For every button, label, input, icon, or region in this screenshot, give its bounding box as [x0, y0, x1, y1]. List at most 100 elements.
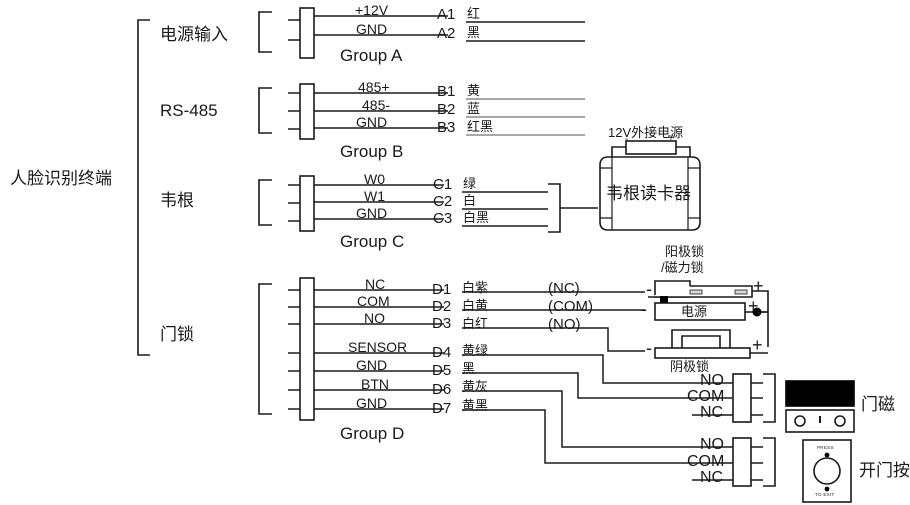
door-sensor-terminal-2: NC [700, 404, 724, 421]
group-d-pin-0: D1 [432, 281, 452, 298]
group-d-signal-2: NO [364, 310, 385, 326]
wiegand-reader-label: 韦根读卡器 [606, 184, 691, 203]
group-c-label: Group C [340, 232, 405, 251]
group-d-bracket [258, 283, 272, 415]
group-c-pin-0: C1 [433, 176, 453, 193]
group-a-pin-1: A2 [437, 25, 456, 42]
exit-button-label: 开门按钮 [859, 461, 910, 480]
group-a-label: Group A [340, 46, 403, 65]
group-b-signal-0: 485+ [358, 79, 390, 95]
group-c-signal-2: GND [356, 205, 388, 221]
group-a-bracket [258, 11, 272, 53]
group-a-wire-1: 黑 [467, 25, 481, 40]
group-d-signal-4: GND [356, 357, 388, 373]
group-d-wire-1: 白黄 [462, 298, 489, 313]
exit-button-bracket [763, 437, 776, 487]
group-d-wire-5: 黄灰 [462, 379, 489, 394]
power-supply-minus: - [641, 299, 647, 319]
door-sensor-bracket [763, 373, 776, 423]
door-sensor-terminal-0: NO [700, 372, 724, 389]
cathode-lock-base [654, 347, 751, 359]
group-d-wire-2: 白红 [462, 316, 489, 331]
group-a-wire-0: 红 [467, 6, 481, 21]
door-sensor-terminal-block [732, 373, 752, 423]
group-d-contact-0: (NC) [548, 280, 580, 297]
root-label: 人脸识别终端 [10, 169, 112, 188]
group-a-connector [299, 7, 315, 59]
group-b-pin-1: B2 [437, 101, 456, 118]
exit-button-terminal-block [732, 437, 752, 487]
group-b-signal-1: 485- [362, 97, 391, 113]
group-d-contact-1: (COM) [548, 298, 593, 315]
root-bracket [137, 19, 150, 356]
group-d-wire-4: 黑 [462, 361, 476, 376]
group-d-wire-0: 白紫 [462, 280, 489, 295]
wiring-diagram: 人脸识别终端 电源输入 +12V GND A1 A2 红 黑 Group A R… [0, 0, 910, 505]
door-sensor-magnet [785, 380, 855, 407]
group-d-pin-2: D3 [432, 315, 452, 332]
group-b-connector [299, 83, 315, 140]
group-d-label: Group D [340, 424, 405, 443]
group-b-wire-2: 红黑 [467, 119, 494, 134]
group-c-wire-0: 绿 [463, 176, 477, 191]
group-b-pin-2: B3 [437, 119, 456, 136]
group-d-signal-6: GND [356, 395, 388, 411]
group-a-name: 电源输入 [160, 25, 228, 44]
group-d-pin-3: D4 [432, 344, 452, 361]
group-d-signal-1: COM [357, 293, 390, 309]
reader-power-minus-wire [611, 146, 626, 157]
group-d-pin-4: D5 [432, 362, 452, 379]
group-d-pin-5: D6 [432, 381, 452, 398]
anode-lock-label-line1: 阳极锁 [665, 244, 705, 259]
anode-lock-label-line2: /磁力锁 [661, 260, 704, 275]
group-b-bracket [258, 87, 272, 134]
door-sensor-terminal-1: COM [687, 388, 725, 405]
group-a-signal-0: +12V [355, 2, 389, 18]
door-sensor-label: 门磁 [861, 395, 895, 414]
group-b-wire-0: 黄 [467, 83, 481, 98]
exit-button-terminal-2: NC [700, 469, 724, 486]
group-c-signal-1: W1 [364, 188, 385, 204]
diagram-lines [137, 7, 855, 503]
group-d-pin-1: D2 [432, 298, 452, 315]
exit-button-face-top: PRESS [817, 445, 834, 450]
group-b-pin-0: B1 [437, 83, 456, 100]
power-supply-plus: + [748, 296, 759, 316]
exit-button-knob [813, 457, 841, 485]
reader-power-minus: - [625, 134, 629, 145]
group-d-connector [299, 277, 315, 421]
group-b-label: Group B [340, 142, 404, 161]
group-a-signal-1: GND [356, 21, 388, 37]
cathode-lock-plus: + [752, 335, 763, 355]
reader-power-plus-wire [676, 146, 691, 157]
group-d-signal-5: BTN [361, 376, 389, 392]
group-d-signal-0: NC [365, 276, 386, 292]
group-d-wire-6: 黄黑 [462, 398, 489, 413]
group-b-name: RS-485 [160, 101, 218, 120]
group-d-name: 门锁 [160, 325, 194, 344]
anode-lock-minus: - [646, 279, 652, 299]
group-b-wire-1: 蓝 [467, 101, 481, 116]
group-d-wire-3: 黄绿 [462, 343, 489, 358]
group-c-pin-1: C2 [433, 193, 453, 210]
group-d-pin-6: D7 [432, 400, 452, 417]
group-b-signal-2: GND [356, 114, 388, 130]
exit-button-face-bottom: TO EXIT [815, 492, 835, 497]
exit-button-terminal-1: COM [687, 453, 725, 470]
group-c-signal-0: W0 [364, 171, 385, 187]
exit-button-terminal-0: NO [700, 436, 724, 453]
group-c-bracket [258, 179, 272, 226]
reader-power-plus: + [668, 133, 674, 144]
group-c-name: 韦根 [160, 191, 194, 210]
group-c-wire-1: 白 [463, 193, 477, 208]
group-d-contact-2: (NO) [548, 316, 581, 333]
group-a-pin-0: A1 [437, 6, 456, 23]
group-c-connector [299, 175, 315, 232]
power-supply-label: 电源 [681, 304, 708, 319]
group-d-signal-3: SENSOR [348, 339, 408, 355]
reader-bracket [548, 183, 561, 233]
cathode-lock-minus: - [646, 338, 652, 358]
group-c-pin-2: C3 [433, 210, 453, 227]
anode-lock-plus: + [753, 276, 764, 296]
group-c-wire-2: 白黑 [463, 210, 490, 225]
